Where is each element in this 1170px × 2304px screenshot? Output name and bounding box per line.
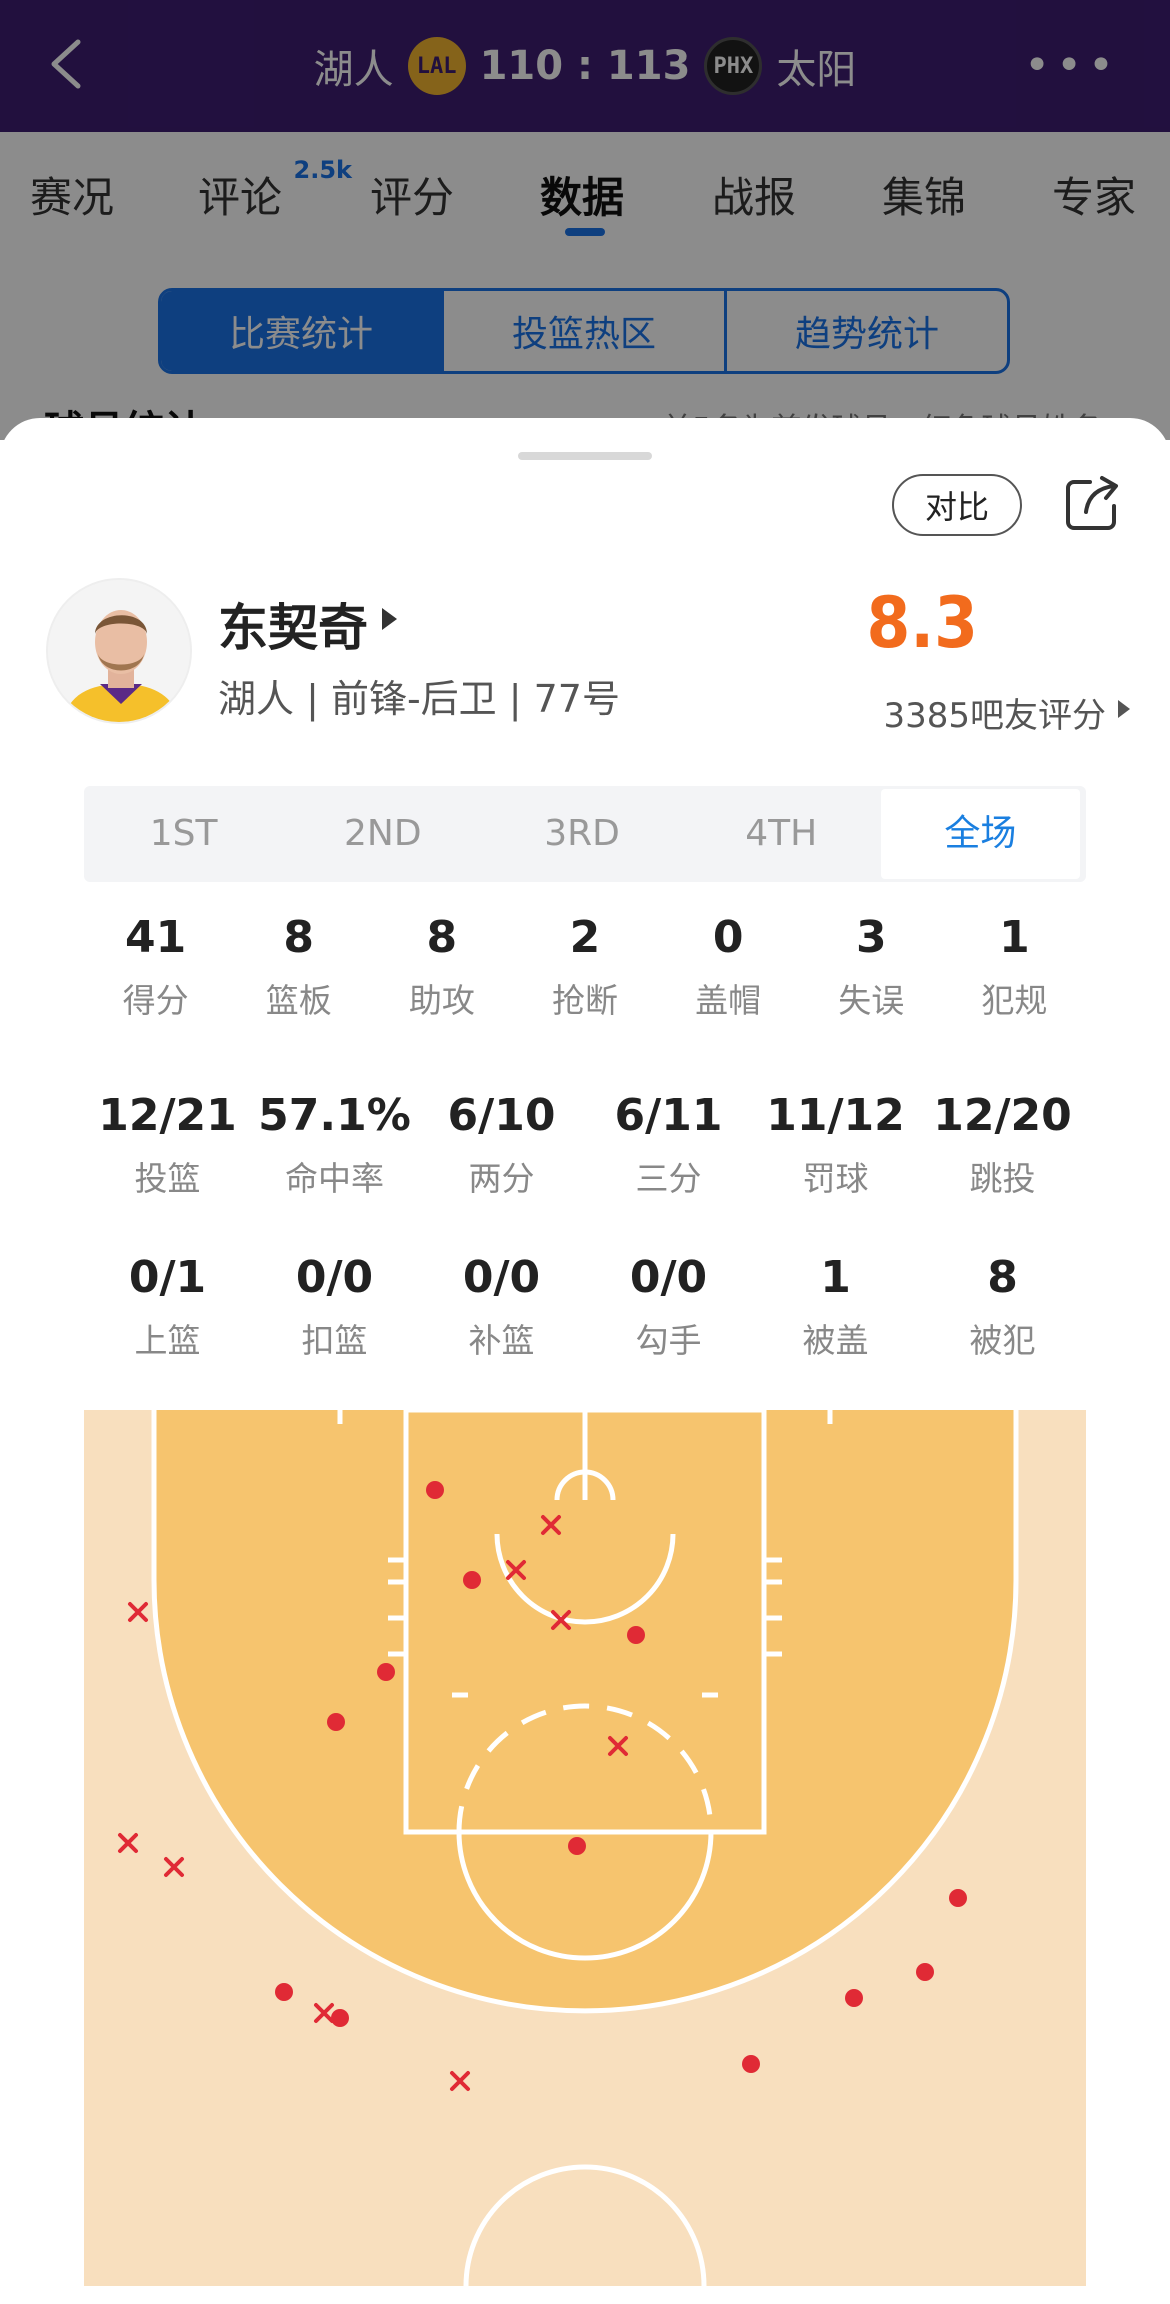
stat-label: 篮板	[265, 981, 332, 1020]
stat-tipin: 0/0 补篮	[418, 1250, 585, 1362]
period-selector: 1ST 2ND 3RD 4TH 全场	[84, 786, 1086, 882]
stat-dunk: 0/0 扣篮	[251, 1250, 418, 1362]
stat-label: 跳投	[969, 1159, 1036, 1198]
made-shot-marker	[275, 1983, 293, 2001]
stat-3pt: 6/11 三分	[585, 1088, 752, 1200]
made-shot-marker	[568, 1837, 586, 1855]
player-photo-icon	[48, 580, 190, 722]
stat-hook: 0/0 勾手	[585, 1250, 752, 1362]
stats-row-basic: 41 得分 8 篮板 8 助攻 2 抢断 0 盖帽 3 失误 1 犯规	[84, 910, 1086, 1022]
made-shot-marker	[742, 2055, 760, 2073]
rating-arrow-icon	[1118, 700, 1130, 718]
stats-row-shooting: 12/21 投篮 57.1% 命中率 6/10 两分 6/11 三分 11/12 罚球 1…	[84, 1088, 1086, 1200]
stat-points: 41 得分	[84, 910, 227, 1022]
made-shot-marker	[627, 1626, 645, 1644]
period-tab-full[interactable]: 全场	[880, 789, 1081, 879]
made-shot-marker	[377, 1663, 395, 1681]
stat-2pt: 6/10 两分	[418, 1088, 585, 1200]
stat-value: 41	[124, 912, 187, 963]
stat-value: 0/0	[462, 1252, 541, 1303]
stat-turnovers: 3 失误	[800, 910, 943, 1022]
made-shot-marker	[845, 1989, 863, 2007]
stat-label: 两分	[468, 1159, 535, 1198]
stat-label: 三分	[635, 1159, 702, 1198]
rating-count[interactable]: 3385吧友评分	[883, 688, 1106, 737]
stat-value: 8	[426, 912, 458, 963]
player-rating: 8.3	[866, 582, 978, 664]
stat-label: 投篮	[134, 1159, 201, 1198]
stat-label: 盖帽	[695, 981, 762, 1020]
shot-chart	[84, 1410, 1086, 2286]
stat-fg: 12/21 投篮	[84, 1088, 251, 1200]
stat-value: 0/1	[128, 1252, 207, 1303]
modal-overlay[interactable]	[0, 0, 1170, 440]
stat-label: 命中率	[285, 1159, 384, 1198]
period-tab-1st[interactable]: 1ST	[84, 789, 283, 879]
share-icon[interactable]	[1060, 472, 1124, 536]
period-tab-4th[interactable]: 4TH	[682, 789, 881, 879]
stat-label: 罚球	[802, 1159, 869, 1198]
stat-value: 3	[855, 912, 887, 963]
stat-rebounds: 8 篮板	[227, 910, 370, 1022]
stat-fouled: 8 被犯	[919, 1250, 1086, 1362]
stat-value: 0/0	[629, 1252, 708, 1303]
period-tab-3rd[interactable]: 3RD	[482, 789, 681, 879]
stat-value: 57.1%	[258, 1090, 411, 1141]
stat-jumpshot: 12/20 跳投	[919, 1088, 1086, 1200]
stat-value: 8	[987, 1252, 1018, 1303]
player-name-arrow-icon	[382, 608, 397, 630]
stat-steals: 2 抢断	[513, 910, 656, 1022]
stat-value: 2	[569, 912, 601, 963]
drag-handle[interactable]	[518, 452, 652, 460]
stat-label: 犯规	[981, 981, 1048, 1020]
made-shot-marker	[949, 1889, 967, 1907]
made-shot-marker	[327, 1713, 345, 1731]
stat-label: 扣篮	[301, 1321, 368, 1360]
stat-layup: 0/1 上篮	[84, 1250, 251, 1362]
made-shot-marker	[463, 1571, 481, 1589]
stat-label: 勾手	[635, 1321, 702, 1360]
stat-label: 抢断	[551, 981, 618, 1020]
stat-label: 得分	[122, 981, 189, 1020]
stat-value: 0/0	[295, 1252, 374, 1303]
stat-value: 1	[820, 1252, 851, 1303]
stat-value: 12/21	[98, 1090, 237, 1141]
player-info: 湖人 | 前锋-后卫 | 77号	[218, 677, 620, 721]
stat-fouls: 1 犯规	[943, 910, 1086, 1022]
stat-value: 1	[999, 912, 1030, 963]
period-tab-2nd[interactable]: 2ND	[283, 789, 482, 879]
player-avatar	[46, 578, 192, 724]
stat-ft: 11/12 罚球	[752, 1088, 919, 1200]
stat-value: 6/10	[447, 1090, 556, 1141]
made-shot-marker	[426, 1481, 444, 1499]
stat-value: 11/12	[766, 1090, 905, 1141]
stat-label: 被盖	[802, 1321, 869, 1360]
stat-value: 12/20	[933, 1090, 1072, 1141]
stat-value: 0	[712, 912, 744, 963]
made-shot-marker	[331, 2009, 349, 2027]
stat-blocked: 1 被盖	[752, 1250, 919, 1362]
stat-fg-pct: 57.1% 命中率	[251, 1088, 418, 1200]
made-shot-marker	[916, 1963, 934, 1981]
stat-label: 失误	[838, 981, 905, 1020]
player-name[interactable]: 东契奇	[218, 588, 368, 660]
stat-assists: 8 助攻	[370, 910, 513, 1022]
compare-button[interactable]: 对比	[892, 474, 1022, 536]
stat-label: 助攻	[408, 981, 475, 1020]
stat-label: 补篮	[468, 1321, 535, 1360]
stat-value: 8	[283, 912, 315, 963]
stat-value: 6/11	[614, 1090, 723, 1141]
stats-row-shot-types: 0/1 上篮 0/0 扣篮 0/0 补篮 0/0 勾手 1 被盖 8 被犯	[84, 1250, 1086, 1362]
stat-label: 被犯	[969, 1321, 1036, 1360]
stat-label: 上篮	[134, 1321, 201, 1360]
stat-blocks: 0 盖帽	[657, 910, 800, 1022]
